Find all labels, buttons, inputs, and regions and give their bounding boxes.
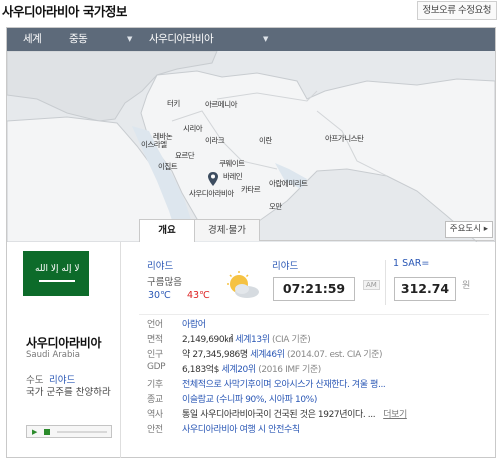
info-value-population: 약 27,345,986명 세계46위 (2014.07. est. CIA 기…	[182, 347, 383, 360]
nav-region-dropdown[interactable]: 중동	[69, 28, 88, 51]
capital-link[interactable]: 리야드	[49, 372, 75, 386]
region-map[interactable]: 터키 아르메니아 시리아 레바논 이스라엘 요르단 이라크 이란 아프가니스탄 …	[7, 51, 495, 242]
exchange-unit: 원	[462, 281, 471, 291]
tab-overview[interactable]: 개요	[139, 219, 195, 242]
map-label-afghanistan: 아프가니스탄	[325, 134, 364, 143]
map-label-egypt: 이집트	[158, 162, 178, 171]
gdp-rank-link[interactable]: 세계20위	[221, 365, 256, 375]
info-value-area: 2,149,690㎢ 세계13위 (CIA 기준)	[182, 332, 311, 345]
map-label-syria: 시리아	[183, 124, 203, 133]
area-note: (CIA 기준)	[272, 335, 311, 345]
population-rank-link[interactable]: 세계46위	[250, 350, 285, 360]
info-label: 인구	[147, 350, 163, 360]
info-tabs: 개요 경제·물가	[139, 219, 494, 242]
local-time: 07:21:59	[273, 277, 355, 301]
location-navbar: 세계 중동 ▼ 사우디아라비아 ▼	[7, 28, 495, 51]
info-label: 면적	[147, 335, 163, 345]
weather-high-temp: 43℃	[187, 290, 210, 301]
map-label-armenia: 아르메니아	[205, 100, 238, 109]
map-graphic	[7, 51, 495, 242]
flag-sword-icon	[39, 280, 75, 282]
climate-link[interactable]: 전체적으로 사막기후이며 오아시스가 산재한다. 겨울 평...	[182, 377, 386, 390]
map-label-kuwait: 쿠웨이트	[219, 159, 245, 168]
country-name-en: Saudi Arabia	[26, 350, 80, 360]
population-value: 약 27,345,986명	[182, 350, 248, 360]
am-pm-badge: AM	[363, 280, 380, 290]
report-error-button[interactable]: 정보오류 수정요청	[416, 1, 497, 20]
exchange-rate: 312.74	[394, 277, 456, 301]
divider	[385, 260, 386, 305]
divider	[139, 314, 489, 315]
map-label-uae: 아랍에미리트	[269, 179, 308, 188]
language-link[interactable]: 아랍어	[182, 320, 206, 330]
info-value-language: 아랍어	[182, 317, 206, 330]
map-label-oman: 오만	[269, 202, 282, 211]
info-label: 언어	[147, 320, 163, 330]
anthem-player: ▶	[26, 425, 112, 438]
map-label-israel: 이스라엘	[141, 140, 167, 149]
map-label-bahrain: 바레인	[223, 172, 243, 181]
history-text: 통일 사우디아라비아국이 건국된 것은 1927년이다. ...	[182, 410, 376, 420]
page-title: 사우디아라비아 국가정보	[2, 4, 127, 19]
map-label-qatar: 카타르	[241, 185, 261, 194]
weather-city-link[interactable]: 리야드	[147, 258, 173, 272]
info-label: GDP	[147, 362, 166, 372]
country-panel: 세계 중동 ▼ 사우디아라비아 ▼ 터키 아르메니아 시리아 레바논 이스라엘 …	[6, 27, 496, 458]
stop-icon[interactable]	[44, 429, 50, 435]
info-label: 기후	[147, 380, 163, 390]
population-note: (2014.07. est. CIA 기준)	[287, 350, 383, 360]
weather-condition: 구름많음	[147, 277, 182, 288]
map-label-saudi-arabia: 사우디아라비아	[189, 189, 234, 198]
nav-world[interactable]: 세계	[23, 28, 42, 51]
country-name: 사우디아라비아	[26, 336, 102, 350]
capital-label: 수도	[26, 375, 44, 386]
map-label-turkey: 터키	[167, 99, 180, 108]
info-value-history: 통일 사우디아라비아국이 건국된 것은 1927년이다. ... 더보기	[182, 407, 407, 420]
nav-country-dropdown[interactable]: 사우디아라비아	[149, 28, 214, 51]
more-link[interactable]: 더보기	[383, 410, 407, 420]
weather-low-temp: 30℃	[148, 290, 171, 301]
safety-link[interactable]: 사우디아라비아 여행 시 안전수칙	[182, 422, 300, 435]
tab-economy[interactable]: 경제·물가	[194, 219, 260, 241]
flag-inscription: لا إله إلا الله	[35, 264, 80, 274]
area-value: 2,149,690㎢	[182, 335, 233, 345]
country-flag: لا إله إلا الله	[23, 251, 89, 296]
chevron-down-icon[interactable]: ▼	[263, 28, 268, 51]
gdp-value: 6,183억$	[182, 365, 219, 375]
exchange-label-link[interactable]: 1 SAR=	[393, 258, 429, 269]
map-label-jordan: 요르단	[175, 151, 195, 160]
map-label-iran: 이란	[259, 136, 272, 145]
religion-link[interactable]: 이슬람교 (수니파 90%, 시아파 10%)	[182, 392, 317, 405]
area-rank-link[interactable]: 세계13위	[235, 335, 270, 345]
info-value-gdp: 6,183억$ 세계20위 (2016 IMF 기준)	[182, 362, 321, 375]
partly-cloudy-icon	[227, 271, 259, 298]
map-pin-icon	[208, 172, 218, 186]
info-label: 종교	[147, 395, 163, 405]
player-progress-bar[interactable]	[57, 431, 107, 433]
gdp-note: (2016 IMF 기준)	[258, 365, 321, 375]
chevron-down-icon[interactable]: ▼	[127, 28, 132, 51]
play-icon[interactable]: ▶	[32, 428, 37, 436]
info-label: 역사	[147, 410, 163, 420]
map-label-iraq: 이라크	[205, 136, 225, 145]
info-label: 안전	[147, 425, 163, 435]
time-city-link[interactable]: 리야드	[272, 258, 298, 272]
national-anthem-title: 국가 군주를 찬양하라	[26, 387, 111, 398]
country-summary: لا إله إلا الله 사우디아라비아 Saudi Arabia 수도 …	[7, 242, 121, 458]
